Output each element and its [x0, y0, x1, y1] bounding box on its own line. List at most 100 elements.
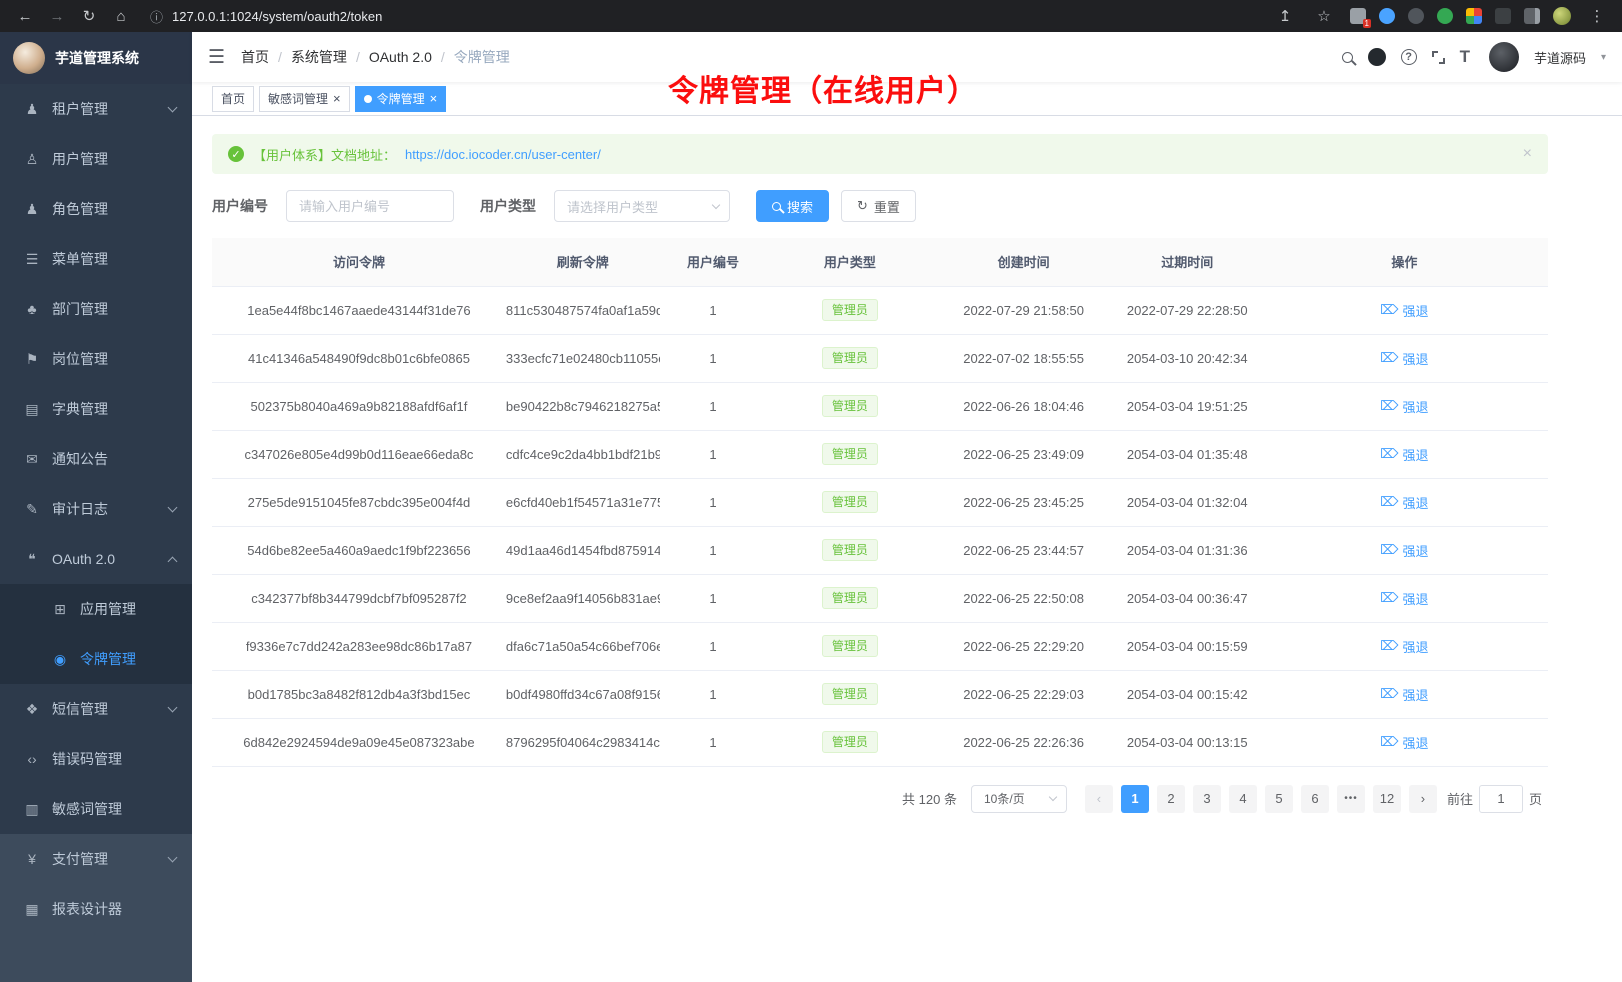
access-token-cell: f9336e7c7dd242a283ee98dc86b17a87 — [212, 622, 506, 670]
user-avatar[interactable] — [1489, 42, 1519, 72]
home-icon[interactable]: ⌂ — [108, 8, 134, 25]
font-size-icon[interactable]: T — [1460, 47, 1470, 67]
app-title: 芋道管理系统 — [55, 48, 139, 68]
hamburger-icon[interactable]: ☰ — [208, 46, 225, 69]
bookmark-star-icon[interactable]: ☆ — [1311, 7, 1337, 25]
magnifier-glyph — [1342, 52, 1353, 63]
sidebar-item-user[interactable]: ♙ 用户管理 — [0, 134, 192, 184]
extension-icon-2[interactable] — [1379, 8, 1395, 24]
site-info-icon[interactable]: ⓘ — [150, 7, 163, 26]
tab-home[interactable]: 首页 — [212, 86, 254, 112]
sidebar-item-notice[interactable]: ✉ 通知公告 — [0, 434, 192, 484]
page-button[interactable]: 1 — [1121, 785, 1149, 813]
force-logout-button[interactable]: ⌦ 强退 — [1380, 541, 1428, 560]
close-icon[interactable]: × — [430, 92, 438, 105]
extension-icon-3[interactable] — [1408, 8, 1424, 24]
user-type-cell: 管理员 — [766, 526, 933, 574]
caret-down-icon: ▾ — [1601, 52, 1606, 63]
sidebar-item-report-designer[interactable]: ▦ 报表设计器 — [0, 884, 192, 934]
force-logout-button[interactable]: ⌦ 强退 — [1380, 493, 1428, 512]
force-logout-button[interactable]: ⌦ 强退 — [1380, 445, 1428, 464]
page-button[interactable]: 5 — [1265, 785, 1293, 813]
back-icon[interactable]: ← — [12, 8, 38, 25]
extensions-puzzle-icon[interactable] — [1466, 8, 1482, 24]
delete-icon: ⌦ — [1380, 638, 1398, 654]
sidebar-item-dict[interactable]: ▤ 字典管理 — [0, 384, 192, 434]
alert-close-icon[interactable]: × — [1523, 145, 1532, 163]
sidebar-item-tenant[interactable]: ♟ 租户管理 — [0, 84, 192, 134]
delete-icon: ⌦ — [1380, 542, 1398, 558]
user-type-badge: 管理员 — [822, 683, 878, 705]
browser-profile-avatar[interactable] — [1553, 7, 1571, 25]
address-bar[interactable]: ⓘ 127.0.0.1:1024/system/oauth2/token — [140, 7, 1266, 26]
sidebar-item-audit[interactable]: ✎ 审计日志 — [0, 484, 192, 534]
force-logout-button[interactable]: ⌦ 强退 — [1380, 685, 1428, 704]
github-icon[interactable] — [1368, 48, 1386, 66]
force-logout-button[interactable]: ⌦ 强退 — [1380, 733, 1428, 752]
share-icon[interactable]: ↥ — [1272, 7, 1298, 25]
action-cell: ⌦ 强退 — [1261, 334, 1548, 382]
extension-icon-1[interactable]: 1 — [1350, 8, 1366, 24]
page-button[interactable]: 3 — [1193, 785, 1221, 813]
department-tree-icon: ♣ — [20, 301, 44, 317]
tab-sensitive-word[interactable]: 敏感词管理 × — [259, 86, 350, 112]
breadcrumb-home[interactable]: 首页 — [241, 47, 269, 67]
tab-token[interactable]: 令牌管理 × — [355, 86, 447, 112]
app-logo[interactable]: 芋道管理系统 — [0, 32, 192, 84]
sidebar-item-sms[interactable]: ❖ 短信管理 — [0, 684, 192, 734]
create-time-cell: 2022-07-29 21:58:50 — [933, 286, 1113, 334]
delete-icon: ⌦ — [1380, 590, 1398, 606]
help-icon[interactable]: ? — [1401, 49, 1417, 65]
sidebar-item-payment[interactable]: ¥ 支付管理 — [0, 834, 192, 884]
sidebar-item-post[interactable]: ⚑ 岗位管理 — [0, 334, 192, 384]
table-head: 访问令牌刷新令牌用户编号用户类型创建时间过期时间操作 — [212, 238, 1548, 286]
next-page-button[interactable]: › — [1409, 785, 1437, 813]
page-button[interactable]: 6 — [1301, 785, 1329, 813]
side-panel-icon[interactable] — [1524, 8, 1540, 24]
user-id-input[interactable] — [286, 190, 454, 222]
goto-page-input[interactable] — [1479, 785, 1523, 813]
search-icon[interactable] — [1342, 52, 1353, 63]
reload-icon[interactable]: ↻ — [76, 7, 102, 25]
column-header: 创建时间 — [933, 238, 1113, 286]
sidebar-item-sensitive-word[interactable]: ▥ 敏感词管理 — [0, 784, 192, 834]
extension-icon-4[interactable] — [1437, 8, 1453, 24]
sidebar-item-token[interactable]: ◉ 令牌管理 — [0, 634, 192, 684]
sidebar-item-menu[interactable]: ☰ 菜单管理 — [0, 234, 192, 284]
forward-icon[interactable]: → — [44, 8, 70, 25]
page-button[interactable]: 2 — [1157, 785, 1185, 813]
page-button[interactable]: ••• — [1337, 785, 1365, 813]
refresh-token-cell: be90422b8c7946218275a508bf524fc9 — [506, 382, 660, 430]
tab-label: 首页 — [221, 90, 245, 107]
sidebar-item-error-code[interactable]: ‹› 错误码管理 — [0, 734, 192, 784]
chevron-icon — [168, 502, 178, 512]
prev-page-button[interactable]: ‹ — [1085, 785, 1113, 813]
sidebar-item-dept[interactable]: ♣ 部门管理 — [0, 284, 192, 334]
reset-button[interactable]: ↻ 重置 — [841, 190, 916, 222]
user-type-select[interactable]: 请选择用户类型 — [554, 190, 730, 222]
breadcrumb-system[interactable]: 系统管理 — [291, 47, 347, 67]
breadcrumb-oauth[interactable]: OAuth 2.0 — [369, 49, 432, 65]
page-button[interactable]: 12 — [1373, 785, 1401, 813]
search-button[interactable]: 搜索 — [756, 190, 829, 222]
browser-menu-kebab-icon[interactable]: ⋮ — [1584, 7, 1610, 25]
sidebar-item-app[interactable]: ⊞ 应用管理 — [0, 584, 192, 634]
reset-button-label: 重置 — [874, 197, 900, 216]
user-id-cell: 1 — [660, 286, 767, 334]
force-logout-button[interactable]: ⌦ 强退 — [1380, 637, 1428, 656]
fullscreen-icon[interactable] — [1432, 51, 1445, 64]
page-size-select[interactable]: 10条/页 — [971, 785, 1067, 813]
force-logout-button[interactable]: ⌦ 强退 — [1380, 349, 1428, 368]
sidebar-item-oauth[interactable]: ❝ OAuth 2.0 — [0, 534, 192, 584]
force-logout-button[interactable]: ⌦ 强退 — [1380, 301, 1428, 320]
user-name[interactable]: 芋道源码 — [1534, 48, 1586, 67]
extension-icon-5[interactable] — [1495, 8, 1511, 24]
sidebar-item-role[interactable]: ♟ 角色管理 — [0, 184, 192, 234]
force-logout-button[interactable]: ⌦ 强退 — [1380, 397, 1428, 416]
force-logout-button[interactable]: ⌦ 强退 — [1380, 589, 1428, 608]
create-time-cell: 2022-06-25 23:49:09 — [933, 430, 1113, 478]
doc-link[interactable]: https://doc.iocoder.cn/user-center/ — [405, 147, 601, 162]
page-button[interactable]: 4 — [1229, 785, 1257, 813]
close-icon[interactable]: × — [333, 92, 341, 105]
user-type-badge: 管理员 — [822, 299, 878, 321]
